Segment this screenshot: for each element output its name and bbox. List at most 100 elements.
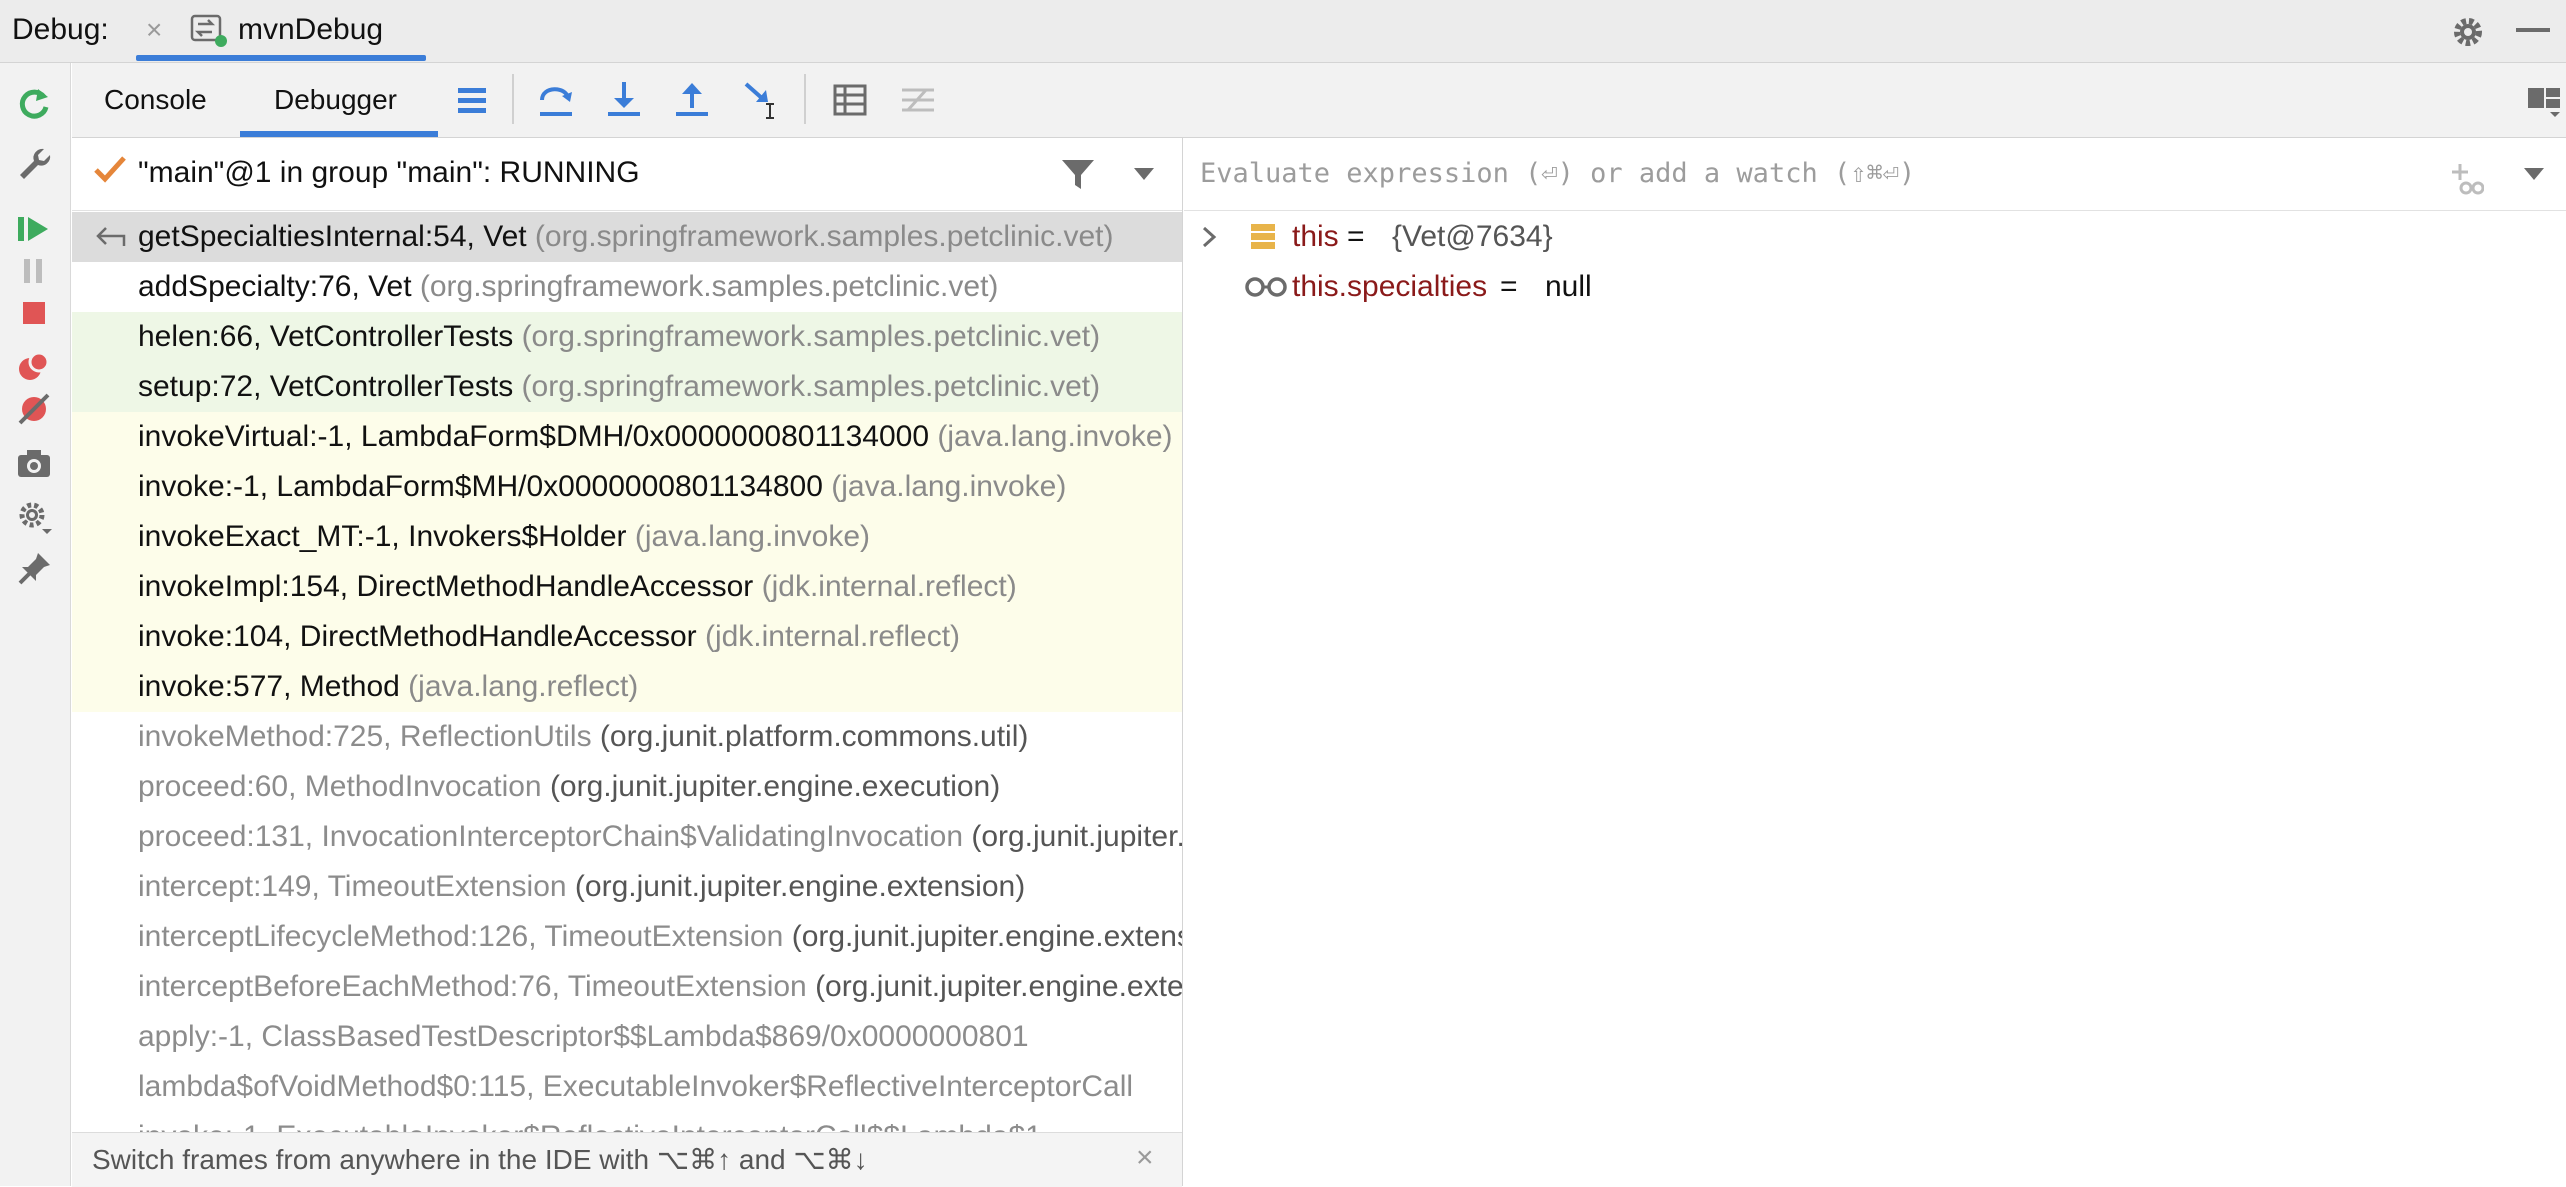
debug-tool-window-header: [0, 0, 2566, 63]
frame-package: (java.lang.invoke): [929, 420, 1173, 453]
variable-name: this: [1292, 220, 1339, 253]
field-icon: [1251, 224, 1275, 249]
stack-frame[interactable]: lambda$ofVoidMethod$0:115, ExecutableInv…: [72, 1062, 1182, 1112]
frame-package: (org.junit.jupiter.engine.extension): [815, 970, 1182, 1003]
stack-frame[interactable]: apply:-1, ClassBasedTestDescriptor$$Lamb…: [72, 1012, 1182, 1062]
frame-package: (java.lang.invoke): [626, 520, 871, 553]
stack-frame[interactable]: invokeMethod:725, ReflectionUtils (org.j…: [72, 712, 1182, 762]
frame-method: getSpecialtiesInternal:54, Vet: [138, 220, 527, 253]
stack-frame[interactable]: helen:66, VetControllerTests (org.spring…: [72, 312, 1182, 362]
tab-console[interactable]: Console: [104, 80, 207, 120]
stack-frame[interactable]: invoke:-1, LambdaForm$MH/0x0000000801134…: [72, 462, 1182, 512]
frame-package: (org.junit.jupiter.engine.execution): [971, 820, 1182, 853]
frame-package: (java.lang.reflect): [399, 670, 639, 703]
frame-method: invokeVirtual:-1, LambdaForm$DMH/0x00000…: [138, 420, 930, 453]
filter-icon[interactable]: [1060, 156, 1096, 192]
run-config-icon: [190, 14, 227, 47]
step-into-icon[interactable]: [604, 78, 644, 122]
frame-method: setup:72, VetControllerTests: [138, 370, 514, 403]
frame-package: (org.springframework.samples.petclinic.v…: [513, 320, 1101, 353]
evaluate-expression-icon[interactable]: [830, 78, 870, 122]
frame-package: (org.junit.platform.commons.util): [591, 720, 1029, 753]
frame-method: addSpecialty:76, Vet: [138, 270, 412, 303]
pin-icon[interactable]: [14, 549, 54, 589]
frame-method: invokeImpl:154, DirectMethodHandleAccess…: [138, 570, 754, 603]
variable-equals: =: [1347, 220, 1365, 253]
rerun-icon[interactable]: [14, 83, 54, 123]
frame-method: interceptBeforeEachMethod:76, TimeoutExt…: [138, 970, 807, 1003]
stack-frame[interactable]: intercept:149, TimeoutExtension (org.jun…: [72, 862, 1182, 912]
frame-method: interceptLifecycleMethod:126, TimeoutExt…: [138, 920, 784, 953]
stack-frame[interactable]: invoke:-1, ExecutableInvoker$ReflectiveI…: [72, 1112, 1182, 1132]
debug-left-toolbar: [0, 63, 71, 1186]
resume-program-icon[interactable]: [14, 209, 54, 249]
frame-method: invokeExact_MT:-1, Invokers$Holder: [138, 520, 627, 553]
pause-program-icon[interactable]: [14, 251, 54, 291]
wrench-icon[interactable]: [14, 143, 54, 183]
watch-expression: this.specialties: [1292, 270, 1488, 303]
stack-frame[interactable]: invokeVirtual:-1, LambdaForm$DMH/0x00000…: [72, 412, 1182, 462]
frames-list: getSpecialtiesInternal:54, Vet (org.spri…: [72, 212, 1182, 1132]
frame-method: invoke:577, Method: [138, 670, 400, 703]
stack-frame[interactable]: setup:72, VetControllerTests (org.spring…: [72, 362, 1182, 412]
frame-method: invokeMethod:725, ReflectionUtils: [138, 720, 592, 753]
stop-icon[interactable]: [14, 293, 54, 333]
mute-breakpoints-icon[interactable]: [14, 389, 54, 429]
watch-glasses-icon: [1245, 277, 1287, 297]
tool-window-title: Debug:: [12, 13, 109, 46]
layout-settings-icon[interactable]: [2524, 78, 2564, 122]
trace-current-stream-icon[interactable]: [898, 78, 938, 122]
variable-value: {Vet@7634}: [1392, 220, 1553, 253]
frame-method: invoke:104, DirectMethodHandleAccessor: [138, 620, 697, 653]
frame-method: intercept:149, TimeoutExtension: [138, 870, 567, 903]
stack-frame[interactable]: proceed:131, InvocationInterceptorChain$…: [72, 812, 1182, 862]
gear-icon[interactable]: [2448, 12, 2488, 52]
stack-frame[interactable]: interceptLifecycleMethod:126, TimeoutExt…: [72, 912, 1182, 962]
thread-label[interactable]: "main"@1 in group "main": RUNNING: [138, 152, 640, 194]
active-tab-indicator: [240, 131, 438, 137]
frame-package: (org.junit.jupiter.engine.extension): [791, 920, 1182, 953]
close-tab-icon[interactable]: ×: [146, 10, 162, 50]
tab-debugger[interactable]: Debugger: [274, 80, 397, 120]
drop-frame-icon[interactable]: [94, 222, 126, 250]
settings-dropdown-icon[interactable]: [14, 497, 54, 537]
toolbar-separator: [804, 74, 806, 124]
hint-text: Switch frames from anywhere in the IDE w…: [92, 1144, 868, 1175]
stack-frame[interactable]: invoke:577, Method (java.lang.reflect): [72, 662, 1182, 712]
minimize-icon[interactable]: [2516, 28, 2550, 32]
frame-method: proceed:60, MethodInvocation: [138, 770, 542, 803]
stack-frame[interactable]: proceed:60, MethodInvocation (org.junit.…: [72, 762, 1182, 812]
frame-package: (org.springframework.samples.petclinic.v…: [411, 270, 999, 303]
camera-icon[interactable]: [14, 443, 54, 483]
watch-value: null: [1545, 270, 1592, 303]
close-icon[interactable]: ×: [1136, 1138, 1154, 1178]
active-tab-indicator: [136, 55, 426, 61]
frame-method: helen:66, VetControllerTests: [138, 320, 514, 353]
stack-frame[interactable]: getSpecialtiesInternal:54, Vet (org.spri…: [72, 212, 1182, 262]
chevron-right-icon[interactable]: [1200, 224, 1220, 250]
chevron-down-icon[interactable]: [1132, 166, 1156, 182]
watch-equals: =: [1500, 270, 1518, 303]
chevron-down-icon[interactable]: [2522, 166, 2546, 182]
stack-frame[interactable]: invokeImpl:154, DirectMethodHandleAccess…: [72, 562, 1182, 612]
step-out-icon[interactable]: [672, 78, 712, 122]
layout-menu-icon[interactable]: [452, 78, 492, 122]
frame-package: (org.junit.jupiter.engine.execution): [541, 770, 1001, 803]
stack-frame[interactable]: invokeExact_MT:-1, Invokers$Holder (java…: [72, 512, 1182, 562]
run-to-cursor-icon[interactable]: [742, 78, 782, 122]
stack-frame[interactable]: interceptBeforeEachMethod:76, TimeoutExt…: [72, 962, 1182, 1012]
add-watch-icon[interactable]: [2448, 160, 2484, 196]
frame-package: (jdk.internal.reflect): [753, 570, 1017, 603]
frame-method: apply:-1, ClassBasedTestDescriptor$$Lamb…: [138, 1020, 1029, 1053]
view-breakpoints-icon[interactable]: [14, 347, 54, 387]
evaluate-expression-input[interactable]: [1200, 150, 2020, 196]
frame-method: lambda$ofVoidMethod$0:115, ExecutableInv…: [138, 1070, 1134, 1103]
step-over-icon[interactable]: [536, 78, 576, 122]
run-config-tab[interactable]: mvnDebug: [238, 10, 383, 50]
stack-frame[interactable]: addSpecialty:76, Vet (org.springframewor…: [72, 262, 1182, 312]
frame-method: proceed:131, InvocationInterceptorChain$…: [138, 820, 963, 853]
toolbar-separator: [512, 74, 514, 124]
stack-frame[interactable]: invoke:104, DirectMethodHandleAccessor (…: [72, 612, 1182, 662]
frame-method: invoke:-1, LambdaForm$MH/0x0000000801134…: [138, 470, 823, 503]
frame-package: (java.lang.invoke): [822, 470, 1067, 503]
